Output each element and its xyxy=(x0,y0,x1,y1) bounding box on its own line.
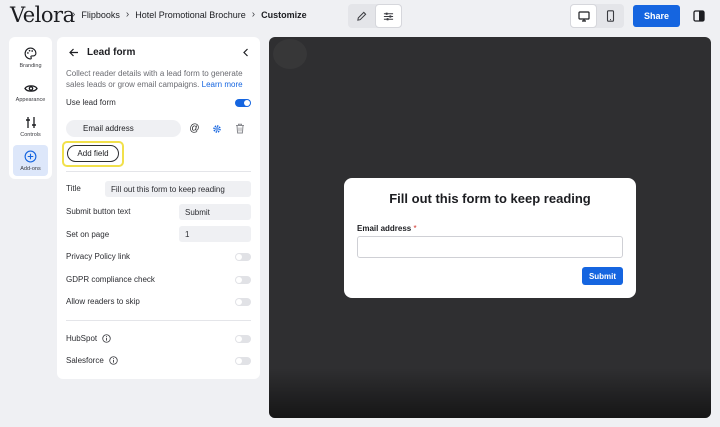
sidebar-item-label: Add-ons xyxy=(20,165,41,172)
sliders-icon xyxy=(25,116,36,128)
breadcrumb-flipbooks[interactable]: Flipbooks xyxy=(81,10,120,20)
device-preview-toggle xyxy=(570,4,624,28)
privacy-label: Privacy Policy link xyxy=(66,252,131,261)
preview-shadow xyxy=(269,368,711,418)
hubspot-row: HubSpot xyxy=(66,334,251,343)
panel-description: Collect reader details with a lead form … xyxy=(66,68,252,90)
add-field-button[interactable]: Add field xyxy=(67,145,119,162)
share-button[interactable]: Share xyxy=(633,5,680,27)
plus-circle-icon xyxy=(24,150,37,162)
info-icon[interactable] xyxy=(102,334,111,343)
email-label-text: Email address xyxy=(357,224,412,233)
title-input[interactable]: Fill out this form to keep reading xyxy=(105,181,251,197)
sidebar-item-label: Controls xyxy=(20,131,41,138)
edit-mode-button[interactable] xyxy=(348,4,375,28)
divider xyxy=(66,320,251,321)
email-label: Email address * xyxy=(357,224,417,233)
pencil-icon xyxy=(357,11,367,21)
palette-icon xyxy=(24,47,37,59)
salesforce-label: Salesforce xyxy=(66,356,104,365)
customize-mode-button[interactable] xyxy=(375,4,402,28)
chevron-right-icon: › xyxy=(125,9,130,20)
sidebar-item-label: Branding xyxy=(19,62,42,69)
info-icon[interactable] xyxy=(109,356,118,365)
salesforce-toggle[interactable] xyxy=(235,356,251,365)
title-label: Title xyxy=(66,184,81,193)
required-mark: * xyxy=(413,224,417,233)
preview-background xyxy=(273,39,307,69)
top-bar: Velora › Flipbooks › Hotel Promotional B… xyxy=(0,0,720,32)
breadcrumb-document[interactable]: Hotel Promotional Brochure xyxy=(135,10,246,20)
salesforce-row: Salesforce xyxy=(66,356,251,365)
divider xyxy=(66,171,251,172)
breadcrumb: › Flipbooks › Hotel Promotional Brochure… xyxy=(72,9,307,20)
edit-mode-toggle xyxy=(348,4,402,28)
arrow-left-icon[interactable] xyxy=(69,48,79,57)
modal-title: Fill out this form to keep reading xyxy=(389,191,591,206)
allow-skip-label: Allow readers to skip xyxy=(66,297,140,306)
panel-title: Lead form xyxy=(87,47,136,58)
submit-text-label: Submit button text xyxy=(66,207,131,216)
chevron-left-icon[interactable] xyxy=(242,48,249,57)
use-lead-form-label: Use lead form xyxy=(66,98,116,107)
set-on-page-input[interactable]: 1 xyxy=(179,226,251,242)
eye-icon xyxy=(23,84,38,92)
hubspot-toggle[interactable] xyxy=(235,334,251,343)
sidebar-item-label: Appearance xyxy=(15,96,46,103)
app-logo[interactable]: Velora xyxy=(10,3,75,27)
gdpr-row: GDPR compliance check xyxy=(66,275,251,284)
gear-icon xyxy=(212,124,221,133)
allow-skip-row: Allow readers to skip xyxy=(66,297,251,306)
set-on-page-label: Set on page xyxy=(66,230,110,239)
sidebar-item-add-ons[interactable]: Add-ons xyxy=(13,145,48,176)
gdpr-toggle[interactable] xyxy=(235,275,251,284)
mobile-preview-button[interactable] xyxy=(597,4,624,28)
settings-icon[interactable] xyxy=(210,122,223,135)
sliders-icon xyxy=(383,12,394,20)
privacy-toggle[interactable] xyxy=(235,252,251,261)
sidebar-item-controls[interactable]: Controls xyxy=(13,111,48,142)
contrast-icon[interactable] xyxy=(693,10,705,22)
mobile-icon xyxy=(606,10,615,22)
chevron-right-icon: › xyxy=(72,9,76,20)
allow-skip-toggle[interactable] xyxy=(235,297,251,306)
desktop-preview-button[interactable] xyxy=(570,4,597,28)
hubspot-label: HubSpot xyxy=(66,334,98,343)
sidebar-item-branding[interactable]: Branding xyxy=(13,42,48,73)
use-lead-form-row: Use lead form xyxy=(66,98,251,107)
gdpr-label: GDPR compliance check xyxy=(66,275,155,284)
use-lead-form-toggle[interactable] xyxy=(235,98,251,107)
breadcrumb-current: Customize xyxy=(261,9,307,20)
panel-header: Lead form xyxy=(69,47,249,58)
chevron-right-icon: › xyxy=(251,9,256,20)
submit-text-input[interactable]: Submit xyxy=(179,204,251,220)
desktop-icon xyxy=(577,10,590,22)
sidebar-item-appearance[interactable]: Appearance xyxy=(13,77,48,108)
email-field-chip[interactable]: Email address xyxy=(66,120,181,137)
modal-submit-button[interactable]: Submit xyxy=(582,267,623,285)
at-sign-icon[interactable]: @ xyxy=(188,122,201,135)
privacy-row: Privacy Policy link xyxy=(66,252,251,261)
email-input[interactable] xyxy=(357,236,623,258)
delete-icon xyxy=(235,123,244,134)
learn-more-link[interactable]: Learn more xyxy=(202,80,243,89)
trash-icon[interactable] xyxy=(233,122,246,135)
lead-form-modal: Fill out this form to keep reading Email… xyxy=(344,178,636,298)
settings-sidebar: Branding Appearance Controls Add-ons xyxy=(9,37,52,179)
